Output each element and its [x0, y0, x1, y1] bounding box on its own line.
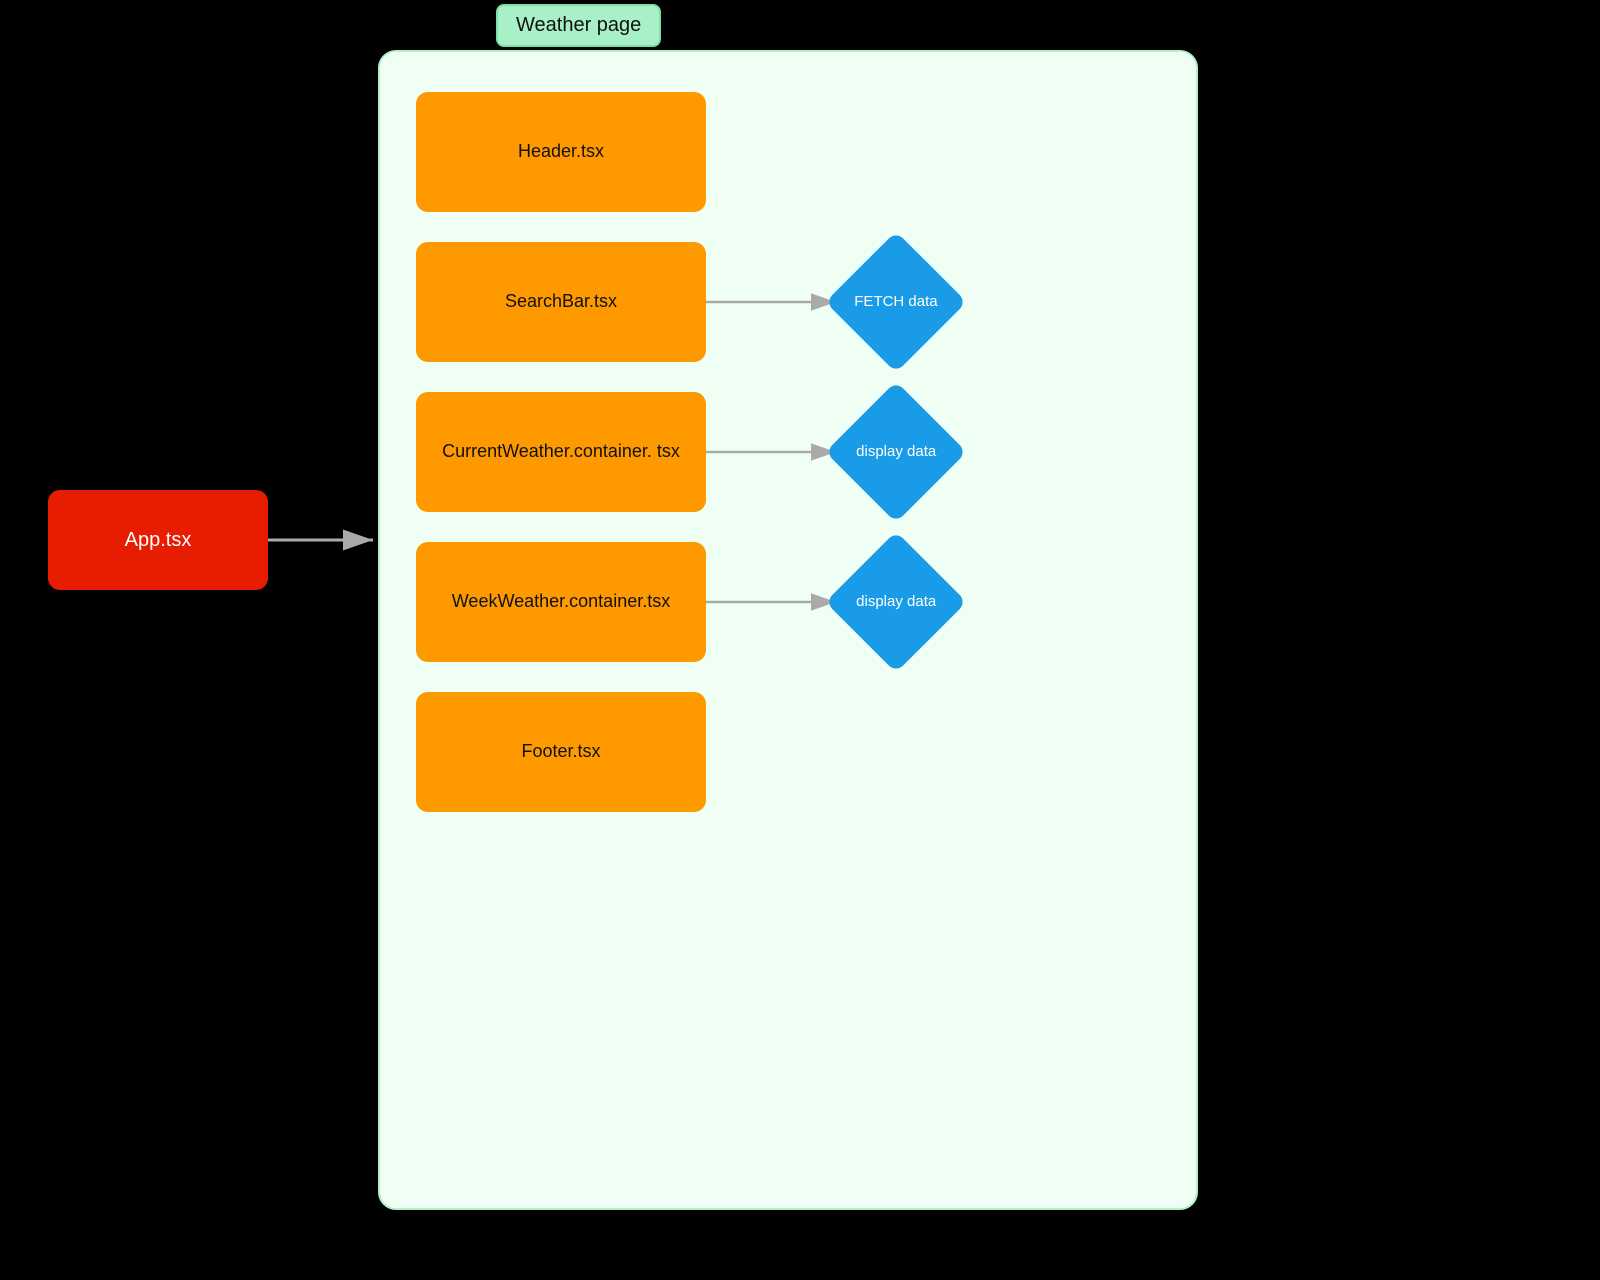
component-box-current-weather: CurrentWeather.container. tsx	[416, 392, 706, 512]
diamond-searchbar: FETCH data	[825, 231, 966, 372]
app-tsx-box: App.tsx	[48, 490, 268, 590]
component-box-week-weather: WeekWeather.container.tsx	[416, 542, 706, 662]
arrow-week-weather	[706, 572, 846, 632]
component-row-current-weather: CurrentWeather.container. tsx display dat…	[416, 392, 1160, 512]
diamond-week-weather: display data	[825, 531, 966, 672]
weather-page-tab[interactable]: Weather page	[496, 4, 661, 47]
arrow-current-weather	[706, 422, 846, 482]
weather-tab-label: Weather page	[516, 14, 641, 36]
component-box-footer: Footer.tsx	[416, 692, 706, 812]
component-box-searchbar: SearchBar.tsx	[416, 242, 706, 362]
app-tsx-label: App.tsx	[125, 529, 192, 552]
weather-page-container: Header.tsx SearchBar.tsx FETCH data Current…	[378, 50, 1198, 1210]
component-row-header: Header.tsx	[416, 92, 1160, 212]
diamond-text-current-weather: display data	[856, 442, 936, 462]
diamond-text-week-weather: display data	[856, 592, 936, 612]
app-to-container-arrow	[268, 490, 383, 590]
component-row-footer: Footer.tsx	[416, 692, 1160, 812]
component-row-week-weather: WeekWeather.container.tsx display data	[416, 542, 1160, 662]
arrow-searchbar	[706, 272, 846, 332]
diamond-text-searchbar: FETCH data	[854, 292, 937, 312]
component-row-searchbar: SearchBar.tsx FETCH data	[416, 242, 1160, 362]
component-box-header: Header.tsx	[416, 92, 706, 212]
diamond-current-weather: display data	[825, 381, 966, 522]
